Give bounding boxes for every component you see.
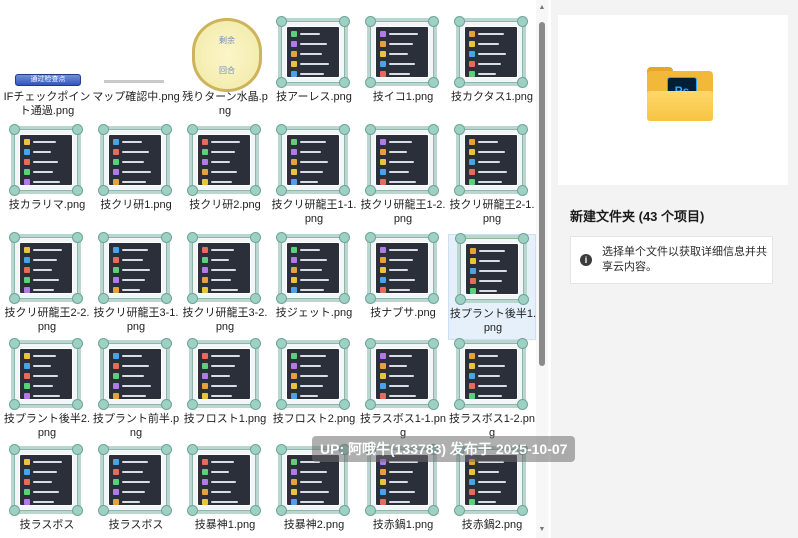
file-item[interactable]: 剩余 回合 残りターン水晶.png	[181, 18, 269, 124]
file-name: 技暴神1.png	[194, 519, 256, 531]
file-thumbnail	[276, 124, 350, 196]
scroll-down-arrow-icon[interactable]: ▼	[538, 526, 546, 534]
file-item[interactable]: 技プラント後半2.png	[3, 338, 91, 446]
file-item[interactable]: 技暴神1.png	[181, 444, 269, 538]
file-thumbnail	[9, 232, 83, 304]
file-name: 技フロスト2.png	[272, 413, 356, 425]
file-name: 技赤鍋1.png	[372, 519, 434, 531]
file-name: 技クリ研龍王1-2.png	[360, 199, 446, 225]
file-item[interactable]: 技クリ研龍王1-2.png	[359, 124, 447, 232]
file-item[interactable]: 技ナブサ.png	[359, 232, 447, 340]
file-item[interactable]: 技フロスト1.png	[181, 338, 269, 446]
file-name: 技クリ研龍王2-2.png	[4, 307, 90, 333]
crystal-medal: 剩余 回合	[192, 18, 262, 92]
file-thumbnail	[98, 232, 172, 304]
file-name: 技赤鍋2.png	[461, 519, 523, 531]
file-name: 技クリ研2.png	[189, 199, 261, 211]
file-name: 技カラリマ.png	[8, 199, 86, 211]
info-box: i 选择单个文件以获取详细信息并共享云内容。	[570, 236, 773, 284]
file-name: 技ナブサ.png	[370, 307, 436, 319]
file-item[interactable]: 技クリ研龍王2-1.png	[448, 124, 536, 232]
file-name: 技クリ研1.png	[100, 199, 172, 211]
file-item[interactable]: 技プラント前半.png	[92, 338, 180, 446]
file-item[interactable]: 技カクタス1.png	[448, 16, 536, 124]
file-thumbnail	[9, 444, 83, 516]
file-name: 残りターン水晶.png	[182, 91, 268, 117]
file-thumbnail	[454, 16, 528, 88]
file-thumbnail	[100, 18, 170, 86]
file-item[interactable]: 技ラスボス	[3, 444, 91, 538]
details-preview: Ps	[558, 15, 788, 185]
file-thumbnail	[9, 338, 83, 410]
info-text: 选择单个文件以获取详细信息并共享云内容。	[602, 246, 767, 273]
file-name: 技クリ研龍王3-2.png	[182, 307, 268, 333]
file-name: 技ラスボス	[19, 519, 75, 531]
file-item[interactable]: 技クリ研龍王1-1.png	[270, 124, 358, 232]
file-thumbnail: 剩余 回合	[189, 18, 262, 92]
file-thumbnail	[276, 232, 350, 304]
file-item[interactable]: 技フロスト2.png	[270, 338, 358, 446]
file-thumbnail	[365, 16, 439, 88]
file-item[interactable]: 技クリ研龍王2-2.png	[3, 232, 91, 340]
file-item[interactable]: 技アーレス.png	[270, 16, 358, 124]
file-thumbnail	[276, 16, 350, 88]
file-item[interactable]: 技クリ研龍王3-2.png	[181, 232, 269, 340]
file-thumbnail	[454, 124, 528, 196]
scrollbar-thumb[interactable]	[539, 22, 545, 366]
file-thumbnail	[276, 338, 350, 410]
file-item[interactable]: 技ラスボス1-2.png	[448, 338, 536, 446]
file-name: 技プラント後半2.png	[3, 413, 91, 439]
file-thumbnail	[365, 232, 439, 304]
file-name: 技プラント後半1.png	[449, 308, 536, 334]
file-item[interactable]: 技カラリマ.png	[3, 124, 91, 232]
file-item[interactable]: 技クリ研1.png	[92, 124, 180, 232]
file-item[interactable]: 技ラスボス1-1.png	[359, 338, 447, 446]
file-item[interactable]: 技クリ研2.png	[181, 124, 269, 232]
file-thumbnail	[98, 444, 172, 516]
file-name: 技クリ研龍王2-1.png	[449, 199, 535, 225]
file-item[interactable]: 技クリ研龍王3-1.png	[92, 232, 180, 340]
file-name: 技クリ研龍王1-1.png	[271, 199, 357, 225]
file-name: 技ジェット.png	[275, 307, 353, 319]
watermark-overlay: UP: 阿哦牛(133783) 发布于 2025-10-07	[312, 436, 576, 462]
file-name: 技アーレス.png	[276, 91, 352, 103]
file-thumbnail	[187, 338, 261, 410]
file-name: 技イコ1.png	[372, 91, 434, 103]
file-thumbnail	[187, 232, 261, 304]
file-name: IFチェックポイント通過.png	[3, 91, 91, 117]
file-name: 技プラント前半.png	[92, 413, 180, 439]
file-thumbnail	[454, 338, 528, 410]
checkpoint-banner: 通过检查点	[15, 74, 81, 86]
file-item[interactable]: 技イコ1.png	[359, 16, 447, 124]
file-name: 技暴神2.png	[283, 519, 345, 531]
file-name: 技クリ研龍王3-1.png	[93, 307, 179, 333]
file-item[interactable]: 技ジェット.png	[270, 232, 358, 340]
file-item[interactable]: マップ確認中.png	[92, 18, 180, 124]
photoshop-folder-icon: Ps	[647, 67, 713, 121]
scroll-up-arrow-icon[interactable]: ▲	[538, 4, 546, 12]
file-thumbnail	[365, 338, 439, 410]
file-item[interactable]: 技ラスボス	[92, 444, 180, 538]
file-name: 技フロスト1.png	[183, 413, 267, 425]
file-thumbnail	[365, 124, 439, 196]
details-pane: Ps 新建文件夹 (43 个项目) i 选择单个文件以获取详细信息并共享云内容。	[551, 0, 798, 538]
file-thumbnail	[9, 124, 83, 196]
file-thumbnail	[98, 338, 172, 410]
file-name: 技カクタス1.png	[450, 91, 534, 103]
file-thumbnail: 通过检查点	[11, 18, 81, 86]
file-thumbnail	[187, 444, 261, 516]
file-name: マップ確認中.png	[92, 91, 180, 103]
file-item[interactable]: 通过检查点 IFチェックポイント通過.png	[3, 18, 91, 124]
file-thumbnail	[455, 233, 529, 305]
file-name: 技ラスボス	[108, 519, 164, 531]
file-thumbnail	[187, 124, 261, 196]
folder-title: 新建文件夹 (43 个项目)	[570, 209, 705, 224]
file-item[interactable]: 技プラント後半1.png	[448, 233, 536, 340]
file-thumbnail	[98, 124, 172, 196]
info-icon: i	[580, 254, 592, 266]
